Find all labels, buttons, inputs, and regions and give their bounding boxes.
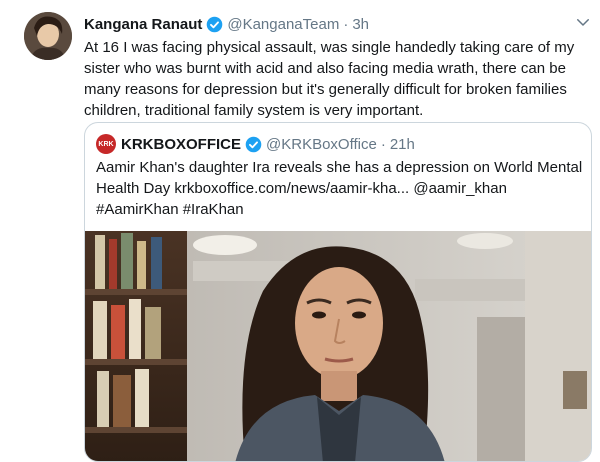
tweet-timestamp[interactable]: 3h xyxy=(352,16,369,33)
tweet-header: Kangana Ranaut @KanganaTeam · 3h xyxy=(84,13,570,35)
quoted-tweet-video[interactable] xyxy=(85,231,591,461)
quoted-text-line: Health Day krkboxoffice.com/news/aamir-k… xyxy=(96,180,507,197)
quoted-tweet[interactable]: KRK KRKBOXOFFICE @KRKBoxOffice · 21h Aam… xyxy=(84,122,592,462)
tweet-text: At 16 I was facing physical assault, was… xyxy=(84,39,575,119)
quoted-author-handle: @KRKBoxOffice xyxy=(266,135,377,153)
video-thumbnail xyxy=(85,231,591,461)
verified-badge-icon xyxy=(207,16,223,32)
verified-badge-icon xyxy=(245,136,262,152)
quoted-text-line: Aamir Khan's daughter Ira reveals she ha… xyxy=(96,159,583,176)
separator-dot: · xyxy=(343,15,349,33)
krk-logo-text: KRK xyxy=(98,140,114,148)
quoted-author-avatar: KRK xyxy=(96,134,116,154)
author-name[interactable]: Kangana Ranaut xyxy=(84,16,202,33)
quoted-tweet-text: Aamir Khan's daughter Ira reveals she ha… xyxy=(96,157,586,220)
author-handle[interactable]: @KanganaTeam xyxy=(227,16,339,33)
quoted-author-name: KRKBOXOFFICE xyxy=(121,135,241,153)
separator-dot: · xyxy=(380,135,386,153)
quoted-timestamp: 21h xyxy=(389,135,415,153)
chevron-down-icon[interactable] xyxy=(574,13,592,31)
tweet: Kangana Ranaut @KanganaTeam · 3h At 16 I… xyxy=(0,0,600,462)
quoted-text-line: #AamirKhan #IraKhan xyxy=(96,201,244,218)
author-avatar[interactable] xyxy=(24,12,72,60)
quoted-tweet-header: KRK KRKBOXOFFICE @KRKBoxOffice · 21h xyxy=(96,133,415,155)
author-avatar-image xyxy=(24,12,72,60)
